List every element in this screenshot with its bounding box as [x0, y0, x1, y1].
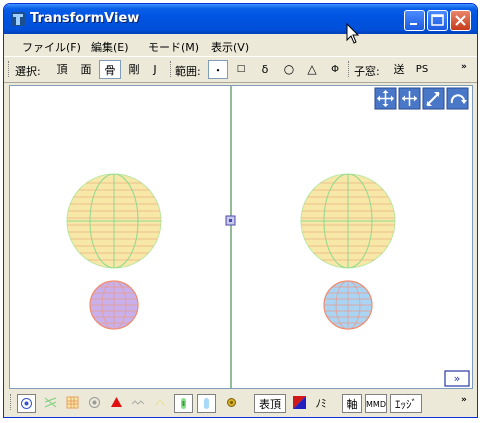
- lock-only-button[interactable]: ﾉﾐ: [312, 394, 330, 413]
- display-mesh-button[interactable]: [63, 394, 81, 413]
- view-zoom-icon[interactable]: [422, 87, 445, 110]
- green-body-icon: [181, 398, 186, 409]
- menu-edit[interactable]: 編集(E): [91, 39, 129, 55]
- select-bone-button[interactable]: 骨: [99, 60, 121, 79]
- gray-circle-icon: [88, 397, 100, 408]
- right-big-sphere[interactable]: [294, 173, 402, 269]
- maximize-button[interactable]: [427, 10, 448, 31]
- viewport-expand-label: »: [454, 372, 461, 385]
- menu-file[interactable]: ファイル(F): [22, 39, 81, 55]
- child-window-label: 子窓:: [354, 65, 380, 78]
- toolbar-separator: [348, 61, 351, 77]
- title-bar[interactable]: TransformView: [4, 4, 477, 34]
- toolbar-separator: [170, 61, 173, 77]
- select-vertex-button[interactable]: 頂: [52, 60, 72, 79]
- range-label: 範囲:: [175, 65, 201, 78]
- minimize-icon: [410, 23, 417, 25]
- view-rotate-icon[interactable]: [446, 87, 469, 110]
- right-small-sphere[interactable]: [322, 280, 374, 330]
- display-joint-button[interactable]: [129, 394, 147, 413]
- display-blue-body-button[interactable]: [197, 394, 216, 413]
- range-circle-button[interactable]: ○: [280, 60, 298, 79]
- range-point-button[interactable]: ・: [208, 60, 228, 79]
- mouse-cursor-icon: [346, 23, 360, 44]
- range-triangle-button[interactable]: △: [303, 60, 321, 79]
- display-wire-button[interactable]: [41, 394, 59, 413]
- menu-view[interactable]: 表示(V): [211, 39, 249, 55]
- toolbar-grip[interactable]: [10, 394, 13, 410]
- scene-canvas[interactable]: »: [10, 86, 472, 388]
- app-icon: [11, 12, 25, 26]
- select-face-button[interactable]: 面: [76, 60, 96, 79]
- menu-mode[interactable]: モード(M): [148, 39, 199, 55]
- surface-vertex-button[interactable]: 表頂: [254, 394, 286, 413]
- red-triangle-icon: [110, 397, 122, 407]
- color-toggle-button[interactable]: [290, 394, 308, 413]
- center-bone-handle-dot: [229, 219, 232, 222]
- bottom-toolbar-overflow-chevron[interactable]: »: [461, 395, 467, 405]
- viewport-expand-button[interactable]: »: [444, 370, 470, 387]
- orange-mesh-icon: [66, 396, 78, 409]
- close-icon: [455, 15, 466, 26]
- window-title: TransformView: [30, 11, 140, 26]
- display-misc-button[interactable]: [222, 394, 240, 413]
- close-button[interactable]: [450, 10, 471, 31]
- view-move-xz-icon[interactable]: [398, 87, 421, 110]
- bottom-toolbar: 表頂 ﾉﾐ 軸 MMD ｴｯｼﾞ »: [4, 390, 477, 417]
- view-move-xy-icon[interactable]: [374, 87, 397, 110]
- left-small-sphere[interactable]: [88, 280, 140, 330]
- left-big-sphere[interactable]: [60, 173, 168, 269]
- select-label: 選択:: [15, 65, 41, 78]
- child-send-button[interactable]: 送: [390, 60, 408, 79]
- vertex-dot-icon: [21, 398, 32, 409]
- blue-body-icon: [204, 398, 209, 409]
- maximize-icon: [431, 14, 444, 26]
- mmd-button[interactable]: MMD: [365, 394, 387, 413]
- range-delta-button[interactable]: δ: [256, 60, 274, 79]
- color-square-icon: [292, 396, 306, 409]
- display-green-body-button[interactable]: [174, 394, 193, 413]
- range-square-button[interactable]: □: [232, 60, 250, 79]
- display-vertex-button[interactable]: [17, 394, 36, 413]
- gray-joint-icon: [131, 400, 144, 405]
- menu-bar: ファイル(F) 編集(E) モード(M) 表示(V): [4, 34, 477, 56]
- select-joint-button[interactable]: J: [147, 60, 163, 79]
- child-ps-button[interactable]: PS: [412, 60, 432, 79]
- transform-viewport[interactable]: »: [9, 85, 473, 389]
- app-window: TransformView ファイル(F) 編集(E) モード(M) 表示(V)…: [3, 3, 478, 418]
- display-soft-button[interactable]: [151, 394, 169, 413]
- range-phi-button[interactable]: Φ: [326, 60, 344, 79]
- green-wire-icon: [44, 397, 56, 408]
- selection-toolbar: 選択: 頂 面 骨 剛 J 範囲: ・ □ δ ○ △ Φ 子窓: 送 PS »: [4, 56, 477, 83]
- display-bone-button[interactable]: [85, 394, 103, 413]
- axis-button[interactable]: 軸: [342, 394, 362, 413]
- edge-button[interactable]: ｴｯｼﾞ: [390, 394, 422, 413]
- gear-icon: [226, 398, 236, 407]
- faint-joint-icon: [154, 399, 165, 407]
- toolbar-grip[interactable]: [8, 61, 11, 77]
- toolbar-overflow-chevron[interactable]: »: [461, 62, 467, 72]
- display-rigid-button[interactable]: [107, 394, 125, 413]
- select-rigid-button[interactable]: 剛: [124, 60, 144, 79]
- minimize-button[interactable]: [404, 10, 425, 31]
